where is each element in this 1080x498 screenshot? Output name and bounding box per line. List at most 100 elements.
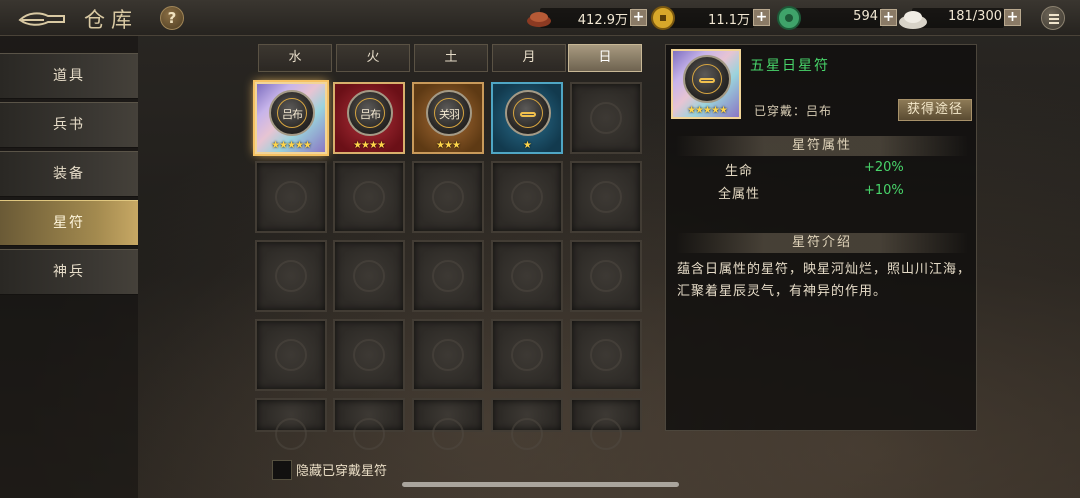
item-hero-name: 吕布 (360, 108, 381, 121)
attribute-name: 生命 (724, 164, 753, 179)
resource-gold: 11.1万 + (650, 6, 772, 30)
slot-pattern-icon (590, 181, 622, 213)
resource-jade: 594 + (776, 6, 898, 30)
empty-grid-slot[interactable] (491, 161, 563, 233)
sun-symbol-icon (520, 112, 536, 117)
slot-pattern-icon (275, 418, 307, 450)
empty-grid-slot[interactable] (491, 398, 563, 450)
equipped-by-text: 已穿戴：吕布 (754, 104, 833, 118)
star-charm-medal (683, 55, 731, 103)
add-gold-button[interactable]: + (753, 9, 770, 26)
empty-grid-slot[interactable] (333, 319, 405, 391)
empty-grid-slot[interactable] (491, 240, 563, 312)
add-copper-button[interactable]: + (630, 9, 647, 26)
empty-grid-slot[interactable] (255, 240, 327, 312)
slot-pattern-icon (353, 181, 385, 213)
empty-grid-slot[interactable] (412, 398, 484, 450)
slot-pattern-icon (275, 260, 307, 292)
sidebar-item-books[interactable]: 兵书 (0, 102, 138, 148)
hide-equipped-label: 隐藏已穿戴星符 (296, 464, 388, 479)
empty-grid-slot[interactable] (570, 240, 642, 312)
slot-pattern-icon (353, 260, 385, 292)
tab-water[interactable]: 水 (258, 44, 332, 72)
intro-section-title: 星符介绍 (676, 233, 968, 253)
empty-grid-slot[interactable] (412, 319, 484, 391)
tab-fire[interactable]: 火 (336, 44, 410, 72)
empty-grid-slot[interactable] (570, 319, 642, 391)
star-rating: ★★★★★ (687, 105, 728, 116)
grid-item-unequipped-1star[interactable]: ★ (491, 82, 563, 154)
grid-item-lvbu-4star[interactable]: 吕布 ★★★★ (333, 82, 405, 154)
tab-moon[interactable]: 月 (492, 44, 566, 72)
sidebar: 道具 兵书 装备 星符 神兵 (0, 36, 138, 498)
tab-earth[interactable]: 土 (414, 44, 488, 72)
gold-coin-icon (651, 6, 675, 30)
sidebar-item-equipment[interactable]: 装备 (0, 151, 138, 197)
star-charm-medal: 吕布 (347, 90, 393, 136)
empty-grid-slot[interactable] (412, 161, 484, 233)
menu-icon (1049, 18, 1059, 20)
slot-pattern-icon (590, 418, 622, 450)
empty-grid-slot[interactable] (333, 161, 405, 233)
resource-gold-value: 11.1万 (708, 13, 750, 28)
sidebar-item-props[interactable]: 道具 (0, 53, 138, 99)
slot-pattern-icon (590, 260, 622, 292)
detail-panel: ★★★★★ 五星日星符 已穿戴：吕布 获得途径 星符属性 生命 +20% 全属性… (665, 44, 977, 431)
top-bar: 仓库 ? 412.9万 + 11.1万 + 594 + 181/300 + (0, 0, 1080, 36)
empty-grid-slot[interactable] (412, 240, 484, 312)
slot-pattern-icon (432, 181, 464, 213)
item-description: 蕴含日属性的星符，映星河灿烂，照山川江海，汇聚着星辰灵气，有神异的作用。 (677, 262, 972, 299)
slot-pattern-icon (511, 418, 543, 450)
home-indicator[interactable] (402, 482, 679, 487)
menu-icon (1049, 22, 1059, 24)
back-button[interactable] (18, 8, 66, 28)
grid-item-guanyu-3star[interactable]: 关羽 ★★★ (412, 82, 484, 154)
star-rating: ★★★★ (353, 140, 386, 151)
rice-pile-icon (899, 11, 927, 29)
item-hero-name: 关羽 (439, 108, 460, 121)
slot-pattern-icon (275, 181, 307, 213)
hide-equipped-checkbox[interactable] (272, 460, 292, 480)
attribute-section-title: 星符属性 (676, 136, 968, 156)
attribute-value: +20% (864, 160, 904, 175)
tab-sun[interactable]: 日 (568, 44, 642, 72)
grid-item-lvbu-5star[interactable]: 吕布 ★★★★★ (255, 82, 327, 154)
slot-pattern-icon (511, 339, 543, 371)
detail-item-name: 五星日星符 (750, 58, 830, 74)
slot-pattern-icon (590, 102, 622, 134)
slot-pattern-icon (432, 339, 464, 371)
jade-coin-icon (777, 6, 801, 30)
attribute-value: +10% (864, 183, 904, 198)
resource-jade-value: 594 (853, 9, 878, 24)
empty-grid-slot[interactable] (570, 161, 642, 233)
menu-button[interactable] (1041, 6, 1065, 30)
add-jade-button[interactable]: + (880, 9, 897, 26)
slot-pattern-icon (275, 339, 307, 371)
sidebar-item-divine-weapons[interactable]: 神兵 (0, 249, 138, 295)
empty-grid-slot[interactable] (333, 398, 405, 450)
sidebar-item-star-charms[interactable]: 星符 (0, 200, 138, 246)
star-charm-medal: 关羽 (426, 90, 472, 136)
obtain-source-button[interactable]: 获得途径 (898, 99, 972, 121)
slot-pattern-icon (590, 339, 622, 371)
back-arrow-icon (18, 12, 65, 26)
empty-grid-slot[interactable] (491, 319, 563, 391)
slot-pattern-icon (511, 260, 543, 292)
empty-grid-slot[interactable] (333, 240, 405, 312)
empty-grid-slot[interactable] (255, 398, 327, 450)
slot-pattern-icon (432, 418, 464, 450)
empty-grid-slot[interactable] (570, 398, 642, 450)
star-charm-medal: 吕布 (269, 90, 315, 136)
menu-icon (1049, 14, 1059, 16)
item-hero-name: 吕布 (282, 108, 303, 121)
empty-grid-slot[interactable] (570, 82, 642, 154)
help-button[interactable]: ? (160, 6, 184, 30)
resource-food-value: 181/300 (947, 9, 1002, 24)
star-rating: ★ (523, 140, 532, 151)
detail-item-icon: ★★★★★ (671, 49, 741, 119)
empty-grid-slot[interactable] (255, 161, 327, 233)
resource-food: 181/300 + (898, 8, 1022, 29)
add-food-button[interactable]: + (1004, 9, 1021, 26)
empty-grid-slot[interactable] (255, 319, 327, 391)
slot-pattern-icon (432, 260, 464, 292)
